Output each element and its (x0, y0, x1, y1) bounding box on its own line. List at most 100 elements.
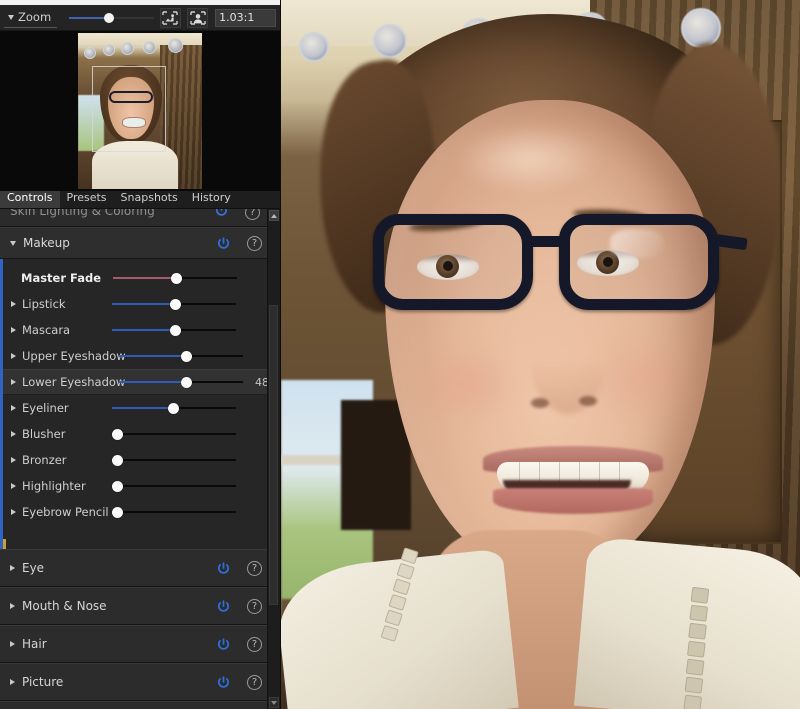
slider-handle[interactable] (111, 429, 123, 440)
tab-presets[interactable]: Presets (60, 189, 114, 208)
scroll-down-arrow-icon[interactable] (269, 697, 279, 708)
slider-handle[interactable] (167, 403, 179, 414)
chevron-down-icon (8, 14, 14, 20)
slider-row-bronzer[interactable]: Bronzer (3, 447, 268, 473)
slider-handle[interactable] (111, 481, 123, 492)
slider-label: Upper Eyeshadow (11, 349, 126, 363)
slider-row-upper-eyeshadow[interactable]: Upper Eyeshadow (3, 343, 268, 369)
chevron-down-icon (10, 241, 16, 246)
slider-eyeliner[interactable] (111, 399, 236, 417)
power-toggle-icon[interactable] (216, 236, 231, 251)
help-icon[interactable]: ? (247, 636, 262, 652)
slider-handle[interactable] (181, 377, 192, 388)
section-header-makeup[interactable]: Makeup ? (0, 227, 268, 259)
slider-master-fade[interactable] (112, 269, 237, 287)
chevron-right-icon[interactable] (11, 431, 16, 437)
slider-row-blusher[interactable]: Blusher (3, 421, 268, 447)
slider-upper-eyeshadow[interactable] (119, 347, 243, 365)
slider-row-eyebrow-pencil[interactable]: Eyebrow Pencil (3, 499, 268, 525)
zoom-slider[interactable] (69, 10, 154, 26)
slider-handle[interactable] (170, 273, 182, 284)
slider-label: Highlighter (11, 479, 112, 493)
slider-fill (119, 381, 187, 383)
chevron-right-icon[interactable] (11, 327, 16, 333)
slider-bronzer[interactable] (111, 451, 236, 469)
controls-scrollbar[interactable] (267, 209, 280, 709)
section-header-next-partial[interactable]: ? (0, 701, 268, 709)
slider-label: Blusher (11, 427, 112, 441)
slider-lipstick[interactable] (111, 295, 236, 313)
section-skin-lighting-coloring-label: Skin Lighting & Coloring (10, 209, 155, 218)
zoom-dropdown[interactable]: Zoom (4, 8, 58, 28)
navigator-viewport-rect[interactable] (92, 66, 166, 152)
navigator-panel[interactable] (0, 31, 280, 191)
tab-controls[interactable]: Controls (0, 189, 60, 208)
slider-row-lower-eyeshadow[interactable]: Lower Eyeshadow 48 (3, 369, 269, 395)
slider-row-highlighter[interactable]: Highlighter (3, 473, 268, 499)
zoom-toolbar: Zoom 1.03:1 (0, 5, 280, 31)
slider-fill (112, 277, 177, 279)
help-icon[interactable]: ? (247, 560, 262, 576)
slider-row-eyeliner[interactable]: Eyeliner (3, 395, 268, 421)
slider-fill (111, 329, 176, 331)
section-header-mouth-nose[interactable]: Mouth & Nose ? (0, 587, 268, 625)
slider-handle[interactable] (169, 325, 181, 336)
section-header-hair[interactable]: Hair ? (0, 625, 268, 663)
slider-handle[interactable] (111, 455, 123, 466)
chevron-right-icon (10, 641, 15, 647)
section-skin-lighting-coloring[interactable]: Skin Lighting & Coloring ? (0, 209, 268, 227)
zoom-slider-handle[interactable] (104, 12, 115, 23)
chevron-right-icon[interactable] (11, 379, 16, 385)
help-icon[interactable]: ? (247, 235, 262, 251)
help-icon[interactable]: ? (245, 209, 260, 220)
slider-blusher[interactable] (111, 425, 236, 443)
chevron-right-icon[interactable] (11, 509, 16, 515)
power-toggle-icon[interactable] (216, 561, 231, 576)
zoom-ratio-field[interactable]: 1.03:1 (215, 8, 276, 27)
glasses-lens-right (559, 214, 719, 310)
scroll-up-arrow-icon[interactable] (269, 210, 279, 221)
slider-handle[interactable] (111, 507, 123, 518)
slider-handle[interactable] (181, 351, 192, 362)
portrait-photo-canvas[interactable] (281, 0, 800, 709)
help-icon[interactable]: ? (247, 674, 262, 690)
fit-face-icon[interactable] (186, 7, 209, 28)
slider-row-mascara[interactable]: Mascara (3, 317, 268, 343)
zoom-slider-fill (69, 16, 110, 19)
slider-fill (111, 303, 176, 305)
power-toggle-icon[interactable] (214, 209, 229, 221)
panel-tabbar: Controls Presets Snapshots History (0, 189, 280, 209)
power-toggle-icon[interactable] (216, 599, 231, 614)
scrollbar-thumb[interactable] (269, 305, 278, 605)
chevron-right-icon[interactable] (11, 457, 16, 463)
power-toggle-icon[interactable] (216, 675, 231, 690)
navigator-thumbnail[interactable] (78, 33, 202, 189)
slider-track (176, 277, 237, 279)
fit-image-icon[interactable] (159, 7, 181, 28)
chevron-right-icon[interactable] (11, 353, 16, 359)
slider-highlighter[interactable] (111, 477, 236, 495)
section-body-makeup: Master Fade Lipstick Mascara Upper Eyesh… (0, 259, 269, 533)
slider-eyebrow-pencil[interactable] (111, 503, 236, 521)
zoom-slider-track (109, 16, 154, 19)
power-toggle-icon[interactable] (216, 637, 231, 652)
tab-history[interactable]: History (185, 189, 238, 208)
slider-mascara[interactable] (111, 321, 236, 339)
left-control-panel: Zoom 1.03:1 Controls Presets Snapshots H… (0, 0, 281, 709)
chevron-right-icon[interactable] (11, 405, 16, 411)
chevron-right-icon[interactable] (11, 301, 16, 307)
glasses-bridge (525, 236, 565, 247)
slider-row-lipstick[interactable]: Lipstick (3, 291, 268, 317)
zoom-label-text: Zoom (18, 9, 52, 24)
slider-track (187, 381, 243, 383)
slider-lower-eyeshadow[interactable] (119, 373, 243, 391)
section-header-picture[interactable]: Picture ? (0, 663, 268, 701)
section-change-marker (3, 539, 6, 549)
section-makeup-label: Makeup (23, 236, 70, 250)
tab-snapshots[interactable]: Snapshots (114, 189, 185, 208)
help-icon[interactable]: ? (247, 598, 262, 614)
section-header-eye[interactable]: Eye ? (0, 549, 268, 587)
slider-handle[interactable] (169, 299, 181, 310)
chevron-right-icon[interactable] (11, 483, 16, 489)
slider-row-master-fade[interactable]: Master Fade (3, 265, 268, 291)
